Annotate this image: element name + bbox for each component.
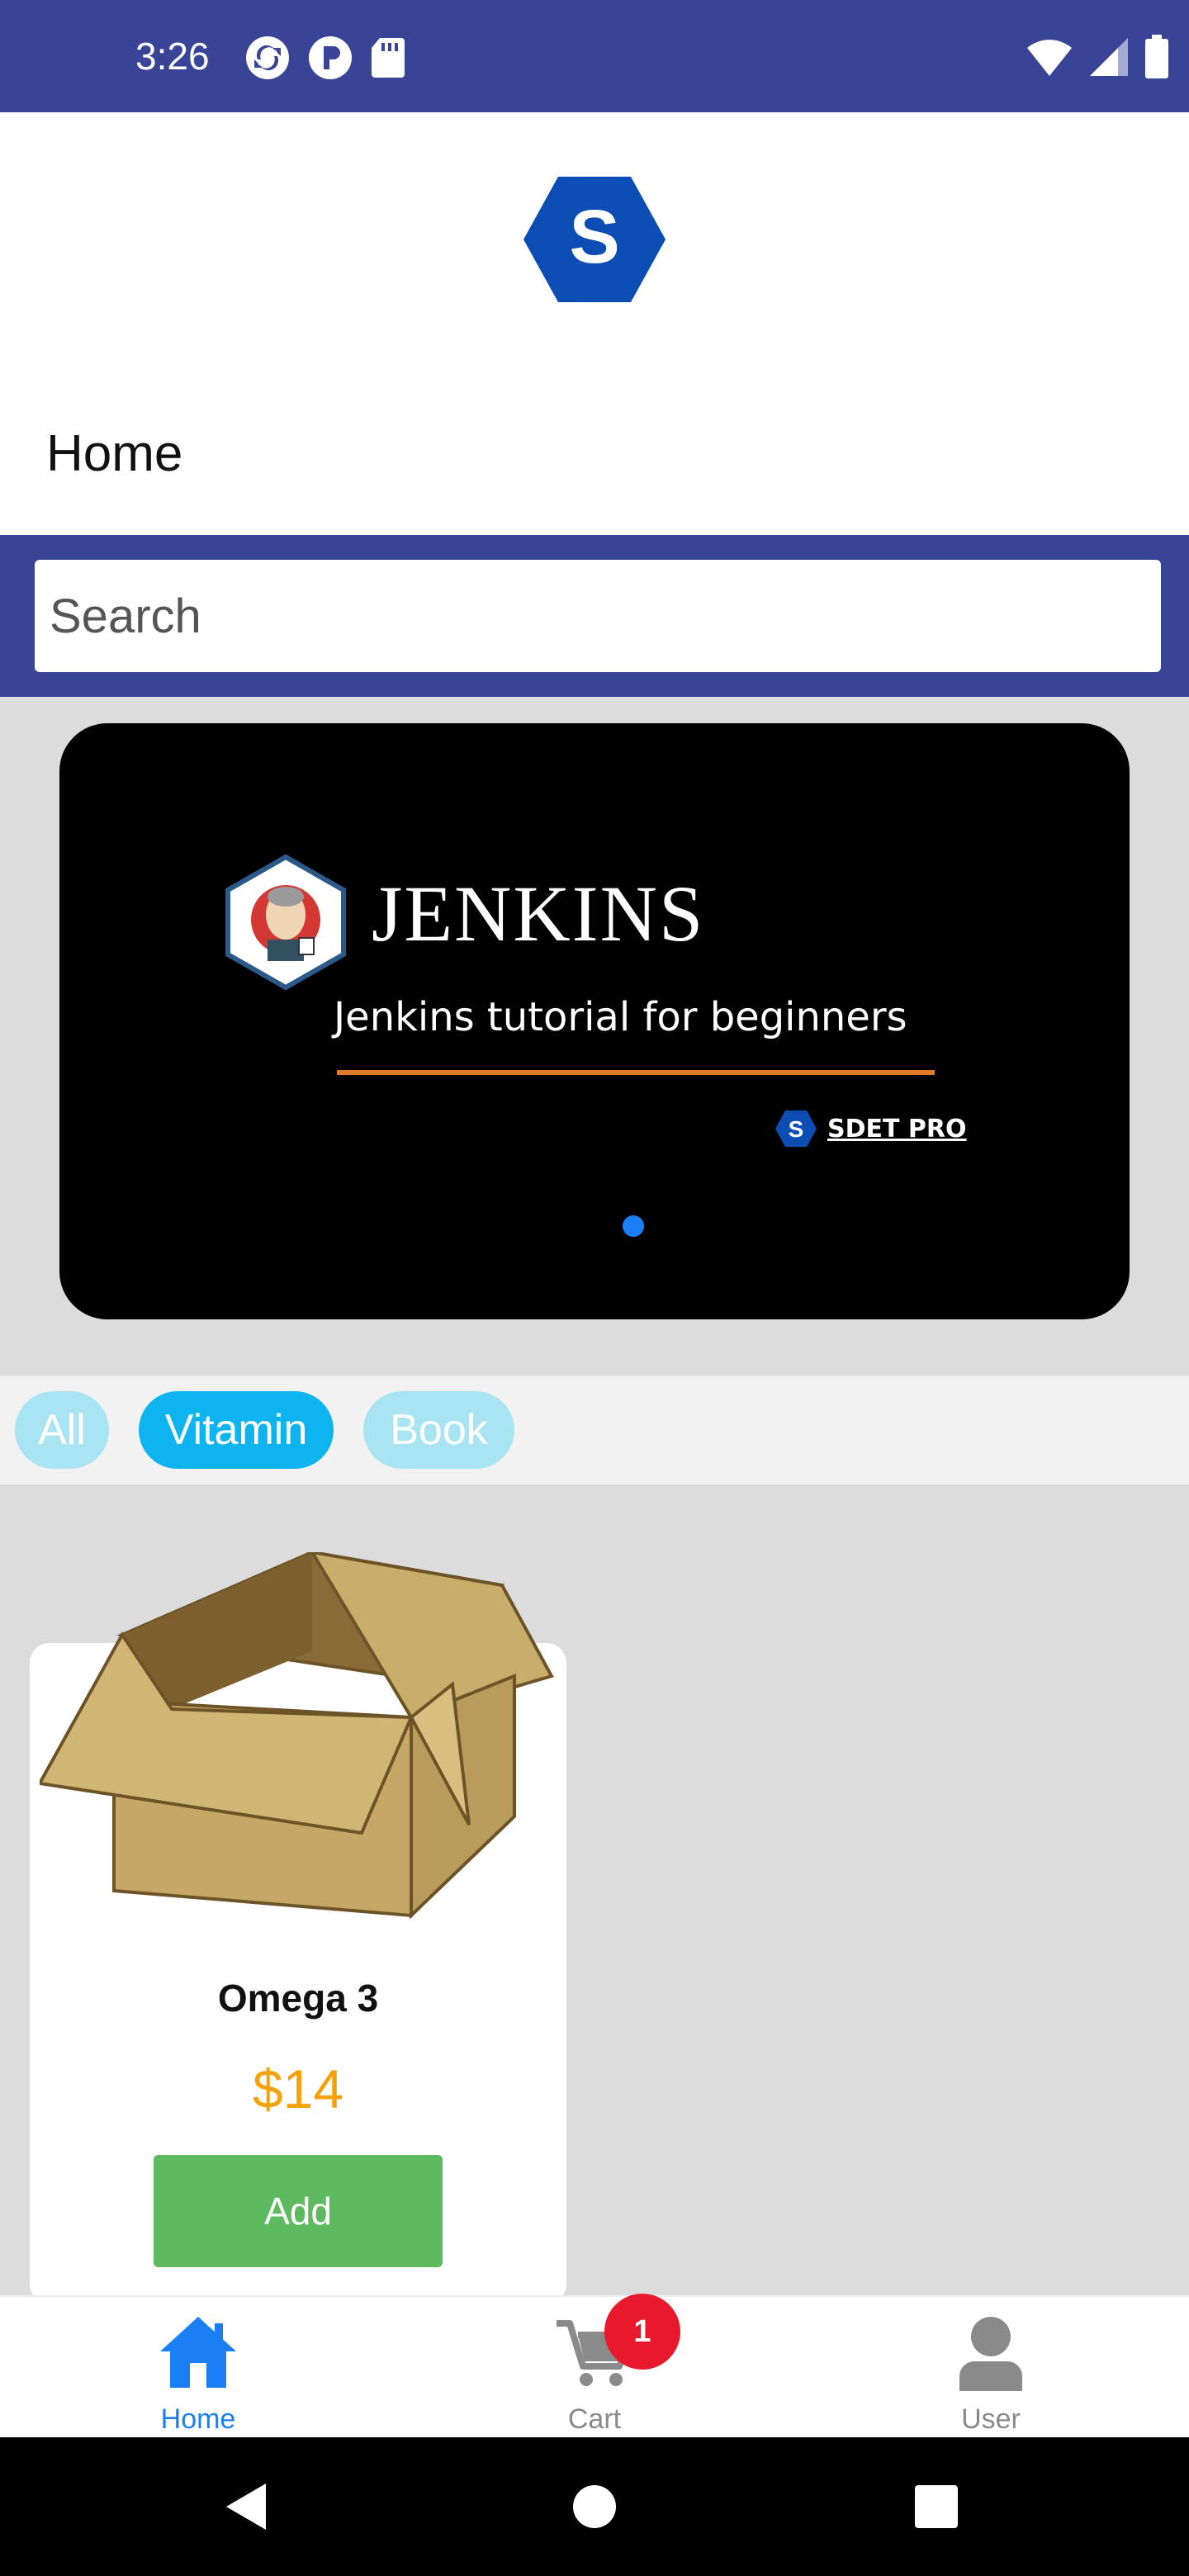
banner-brand: S SDET PRO xyxy=(775,1110,967,1148)
wifi-icon xyxy=(1027,40,1072,76)
app-header: S Home xyxy=(0,112,1189,535)
nav-item-user[interactable]: User xyxy=(892,2297,1090,2439)
brand-letter: S xyxy=(789,1116,804,1142)
logo-letter: S xyxy=(569,195,619,279)
home-icon xyxy=(160,2317,236,2388)
product-name: Omega 3 xyxy=(217,1977,379,2020)
cart-count-badge: 1 xyxy=(604,2294,680,2370)
recents-icon[interactable] xyxy=(887,2437,986,2576)
home-circle-icon[interactable] xyxy=(545,2437,644,2576)
system-navigation-bar xyxy=(0,2437,1189,2576)
product-price: $14 xyxy=(252,2058,344,2119)
jenkins-logo-icon xyxy=(225,854,346,991)
carousel-indicator-dot[interactable] xyxy=(623,1215,644,1237)
category-chip-book[interactable]: Book xyxy=(363,1391,514,1469)
category-chip-vitamin[interactable]: Vitamin xyxy=(138,1391,334,1469)
product-image-box xyxy=(40,1552,554,1919)
banner-title: JENKINS xyxy=(372,869,705,958)
p-circle-icon xyxy=(309,36,352,79)
status-bar: 3:26 xyxy=(0,0,1189,112)
sdet-logo: S xyxy=(523,177,666,302)
banner-subtitle: Jenkins tutorial for beginners xyxy=(334,994,907,1040)
sd-card-icon xyxy=(372,38,405,78)
add-to-cart-button[interactable]: Add xyxy=(154,2155,443,2267)
app-screen: 3:26 S Home Search JENKINS Jenkins tutor… xyxy=(0,0,1189,2576)
banner-carousel[interactable]: JENKINS Jenkins tutorial for beginners S… xyxy=(59,723,1130,1319)
sdet-brand-icon: S xyxy=(775,1110,817,1147)
status-system-icons xyxy=(1026,35,1169,79)
category-filter-bar: All Vitamin Book xyxy=(0,1376,1189,1485)
banner-brand-text: SDET PRO xyxy=(827,1114,967,1144)
status-notification-icons xyxy=(244,35,406,81)
category-chip-all[interactable]: All xyxy=(15,1391,109,1469)
banner-divider xyxy=(337,1070,935,1075)
nav-item-home[interactable]: Home xyxy=(99,2297,297,2439)
nav-label-home: Home xyxy=(160,2403,236,2435)
page-title: Home xyxy=(46,425,183,482)
nav-label-user: User xyxy=(961,2403,1021,2435)
status-time: 3:26 xyxy=(135,35,210,78)
battery-icon xyxy=(1145,35,1168,78)
search-bar-container xyxy=(0,535,1189,697)
signal-icon xyxy=(1090,38,1128,76)
sync-icon xyxy=(246,36,289,79)
bottom-navigation: Home 1 Cart User xyxy=(0,2294,1189,2439)
nav-item-cart[interactable]: 1 Cart xyxy=(495,2294,694,2439)
nav-label-cart: Cart xyxy=(567,2403,622,2435)
search-input[interactable] xyxy=(35,560,1161,672)
user-icon xyxy=(959,2317,1022,2391)
back-icon[interactable] xyxy=(198,2437,297,2576)
